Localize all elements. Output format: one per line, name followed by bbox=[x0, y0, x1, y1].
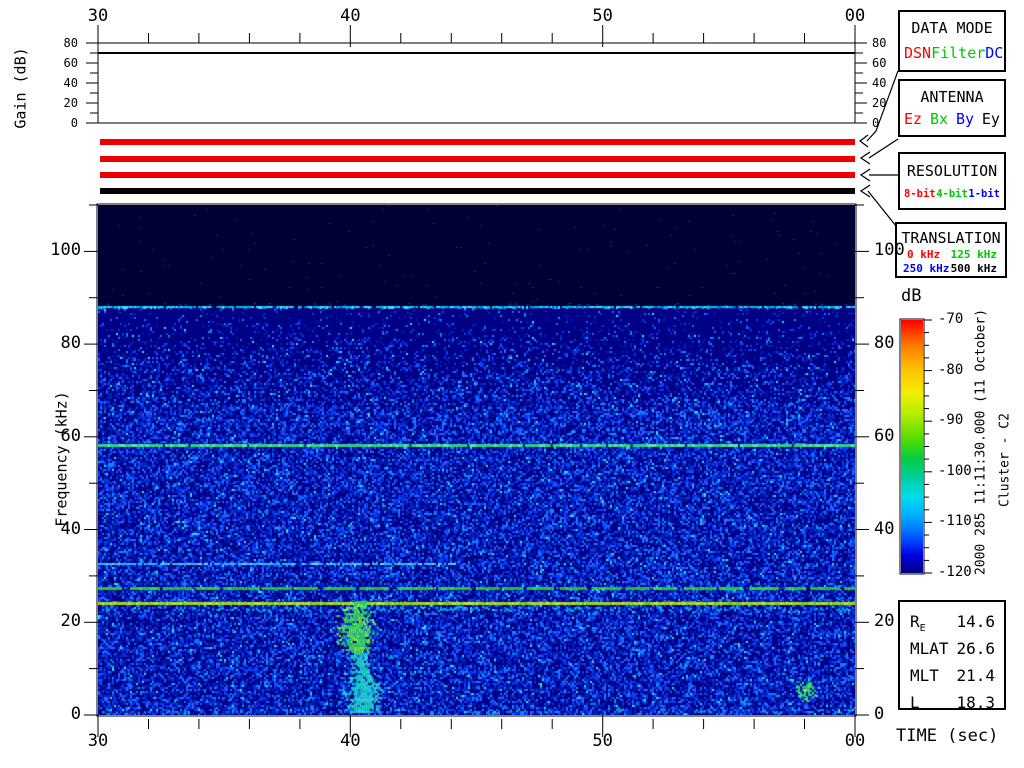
gain-tick-label-right: 40 bbox=[872, 76, 887, 90]
antenna-option: Bx bbox=[929, 110, 949, 128]
freq-tick-label-right: 80 bbox=[874, 333, 895, 354]
table-row: RE 14.6 bbox=[910, 612, 995, 634]
antenna-panel: ANTENNA Ez Bx By Ey bbox=[898, 79, 1006, 137]
axis-line bbox=[868, 138, 899, 159]
param-value: 26.6 bbox=[956, 639, 995, 658]
data-mode-panel: DATA MODE DSN Filter DC bbox=[898, 10, 1006, 72]
gain-tick-label-right: 60 bbox=[872, 56, 887, 70]
translation-option: 125 kHz bbox=[950, 248, 997, 261]
antenna-option: Ey bbox=[981, 110, 1000, 128]
freq-tick-label-left: 60 bbox=[60, 425, 81, 446]
time-tick-label-bottom: 40 bbox=[340, 731, 361, 751]
translation-title: TRANSLATION bbox=[901, 229, 1001, 247]
freq-tick-label-left: 0 bbox=[70, 704, 81, 724]
data-mode-option: DC bbox=[985, 44, 1004, 62]
data-mode-options: DSN Filter DC bbox=[904, 44, 1004, 62]
time-tick-label-top: 00 bbox=[844, 6, 866, 26]
colorbar bbox=[901, 320, 923, 573]
freq-tick-label-left: 40 bbox=[60, 518, 81, 539]
resolution-title: RESOLUTION bbox=[906, 162, 998, 180]
time-tick-label-bottom: 00 bbox=[844, 731, 866, 751]
freq-tick-label-left: 20 bbox=[60, 611, 81, 632]
frequency-axis-title: Frequency (kHz) bbox=[52, 391, 71, 527]
param-value: 21.4 bbox=[956, 666, 995, 685]
colorbar-tick-label: -70 bbox=[938, 311, 964, 327]
timestamp-vertical-label: 2000 285 11:11:30.000 (11 October) bbox=[973, 308, 989, 576]
gain-tick-label-left: 20 bbox=[63, 96, 78, 110]
param-value: 14.6 bbox=[956, 612, 995, 631]
resolution-option: 1-bit bbox=[968, 188, 1000, 200]
status-bar-antenna bbox=[100, 156, 855, 162]
time-tick-label-top: 40 bbox=[340, 6, 361, 26]
resolution-panel: RESOLUTION 8-bit 4-bit 1-bit bbox=[898, 152, 1006, 210]
gain-tick-label-left: 80 bbox=[63, 36, 78, 50]
translation-option: 500 kHz bbox=[950, 262, 997, 275]
resolution-options: 8-bit 4-bit 1-bit bbox=[904, 188, 1000, 200]
data-mode-option: DSN bbox=[904, 44, 932, 62]
gain-tick-label-left: 40 bbox=[63, 76, 78, 90]
freq-tick-label-right: 100 bbox=[874, 240, 905, 261]
table-row: L 18.3 bbox=[910, 693, 995, 713]
orbit-parameters-table: RE 14.6 MLAT 26.6 MLT 21.4 L 18.3 bbox=[898, 600, 1006, 713]
freq-tick-label-right: 0 bbox=[874, 704, 885, 724]
colorbar-tick-label: -90 bbox=[938, 412, 964, 429]
translation-option: 250 kHz bbox=[903, 262, 950, 275]
antenna-option: Ez bbox=[904, 110, 923, 128]
axis-line bbox=[859, 151, 871, 165]
wbd-spectrogram-display: { "gain_plot": { "ylabel": "Gain (dB)", … bbox=[0, 0, 1024, 768]
table-row: MLAT 26.6 bbox=[910, 639, 995, 659]
translation-panel: TRANSLATION 0 kHz 125 kHz 250 kHz 500 kH… bbox=[895, 222, 1007, 278]
colorbar-tick-label: -80 bbox=[938, 361, 964, 378]
time-tick-label-bottom: 50 bbox=[592, 731, 613, 751]
gain-axis-title: Gain (dB) bbox=[11, 47, 30, 129]
translation-option: 0 kHz bbox=[907, 248, 941, 261]
freq-tick-label-right: 20 bbox=[874, 611, 895, 632]
time-tick-label-top: 30 bbox=[87, 6, 109, 26]
colorbar-tick-label: -110 bbox=[938, 513, 972, 530]
colorbar-unit-label: dB bbox=[901, 286, 922, 306]
axis-line bbox=[859, 168, 871, 182]
spacecraft-vertical-label: Cluster - C2 bbox=[997, 413, 1013, 507]
param-label: RE bbox=[910, 612, 926, 634]
param-label: MLAT bbox=[910, 639, 949, 658]
axis-line bbox=[859, 134, 869, 148]
antenna-option: By bbox=[955, 110, 974, 128]
colorbar-tick-label: -100 bbox=[938, 462, 972, 479]
status-bar-data-mode bbox=[100, 139, 855, 145]
resolution-option: 4-bit bbox=[936, 188, 968, 200]
gain-tick-label-right: 80 bbox=[872, 36, 887, 50]
data-mode-title: DATA MODE bbox=[911, 19, 993, 37]
spectrogram-canvas bbox=[98, 205, 855, 715]
axis-line bbox=[97, 42, 856, 124]
param-label: MLT bbox=[910, 666, 939, 685]
time-tick-label-top: 50 bbox=[592, 6, 613, 26]
gain-tick-label-right: 20 bbox=[872, 96, 887, 110]
colorbar-tick-label: -120 bbox=[938, 564, 972, 580]
freq-tick-label-left: 80 bbox=[60, 333, 81, 354]
freq-tick-label-right: 60 bbox=[874, 425, 895, 446]
param-label: L bbox=[910, 693, 920, 712]
freq-tick-label-right: 40 bbox=[874, 518, 895, 539]
resolution-option: 8-bit bbox=[904, 188, 936, 200]
status-bar-translation bbox=[100, 188, 855, 194]
translation-options-row2: 250 kHz 500 kHz bbox=[903, 262, 997, 275]
status-bar-resolution bbox=[100, 172, 855, 178]
antenna-options: Ez Bx By Ey bbox=[904, 110, 1000, 128]
param-value: 18.3 bbox=[956, 693, 995, 712]
translation-options-row1: 0 kHz 125 kHz bbox=[907, 248, 997, 261]
gain-tick-label-left: 60 bbox=[63, 56, 78, 70]
table-row: MLT 21.4 bbox=[910, 666, 995, 686]
freq-tick-label-left: 100 bbox=[50, 240, 81, 261]
time-axis-title: TIME (sec) bbox=[896, 726, 999, 746]
data-mode-option: Filter bbox=[931, 44, 986, 62]
time-tick-label-bottom: 30 bbox=[87, 731, 109, 751]
axis-line bbox=[867, 190, 897, 227]
antenna-title: ANTENNA bbox=[920, 88, 984, 106]
gain-tick-label-left: 0 bbox=[70, 116, 78, 130]
axis-line bbox=[859, 184, 871, 198]
gain-tick-label-right: 0 bbox=[872, 116, 880, 130]
